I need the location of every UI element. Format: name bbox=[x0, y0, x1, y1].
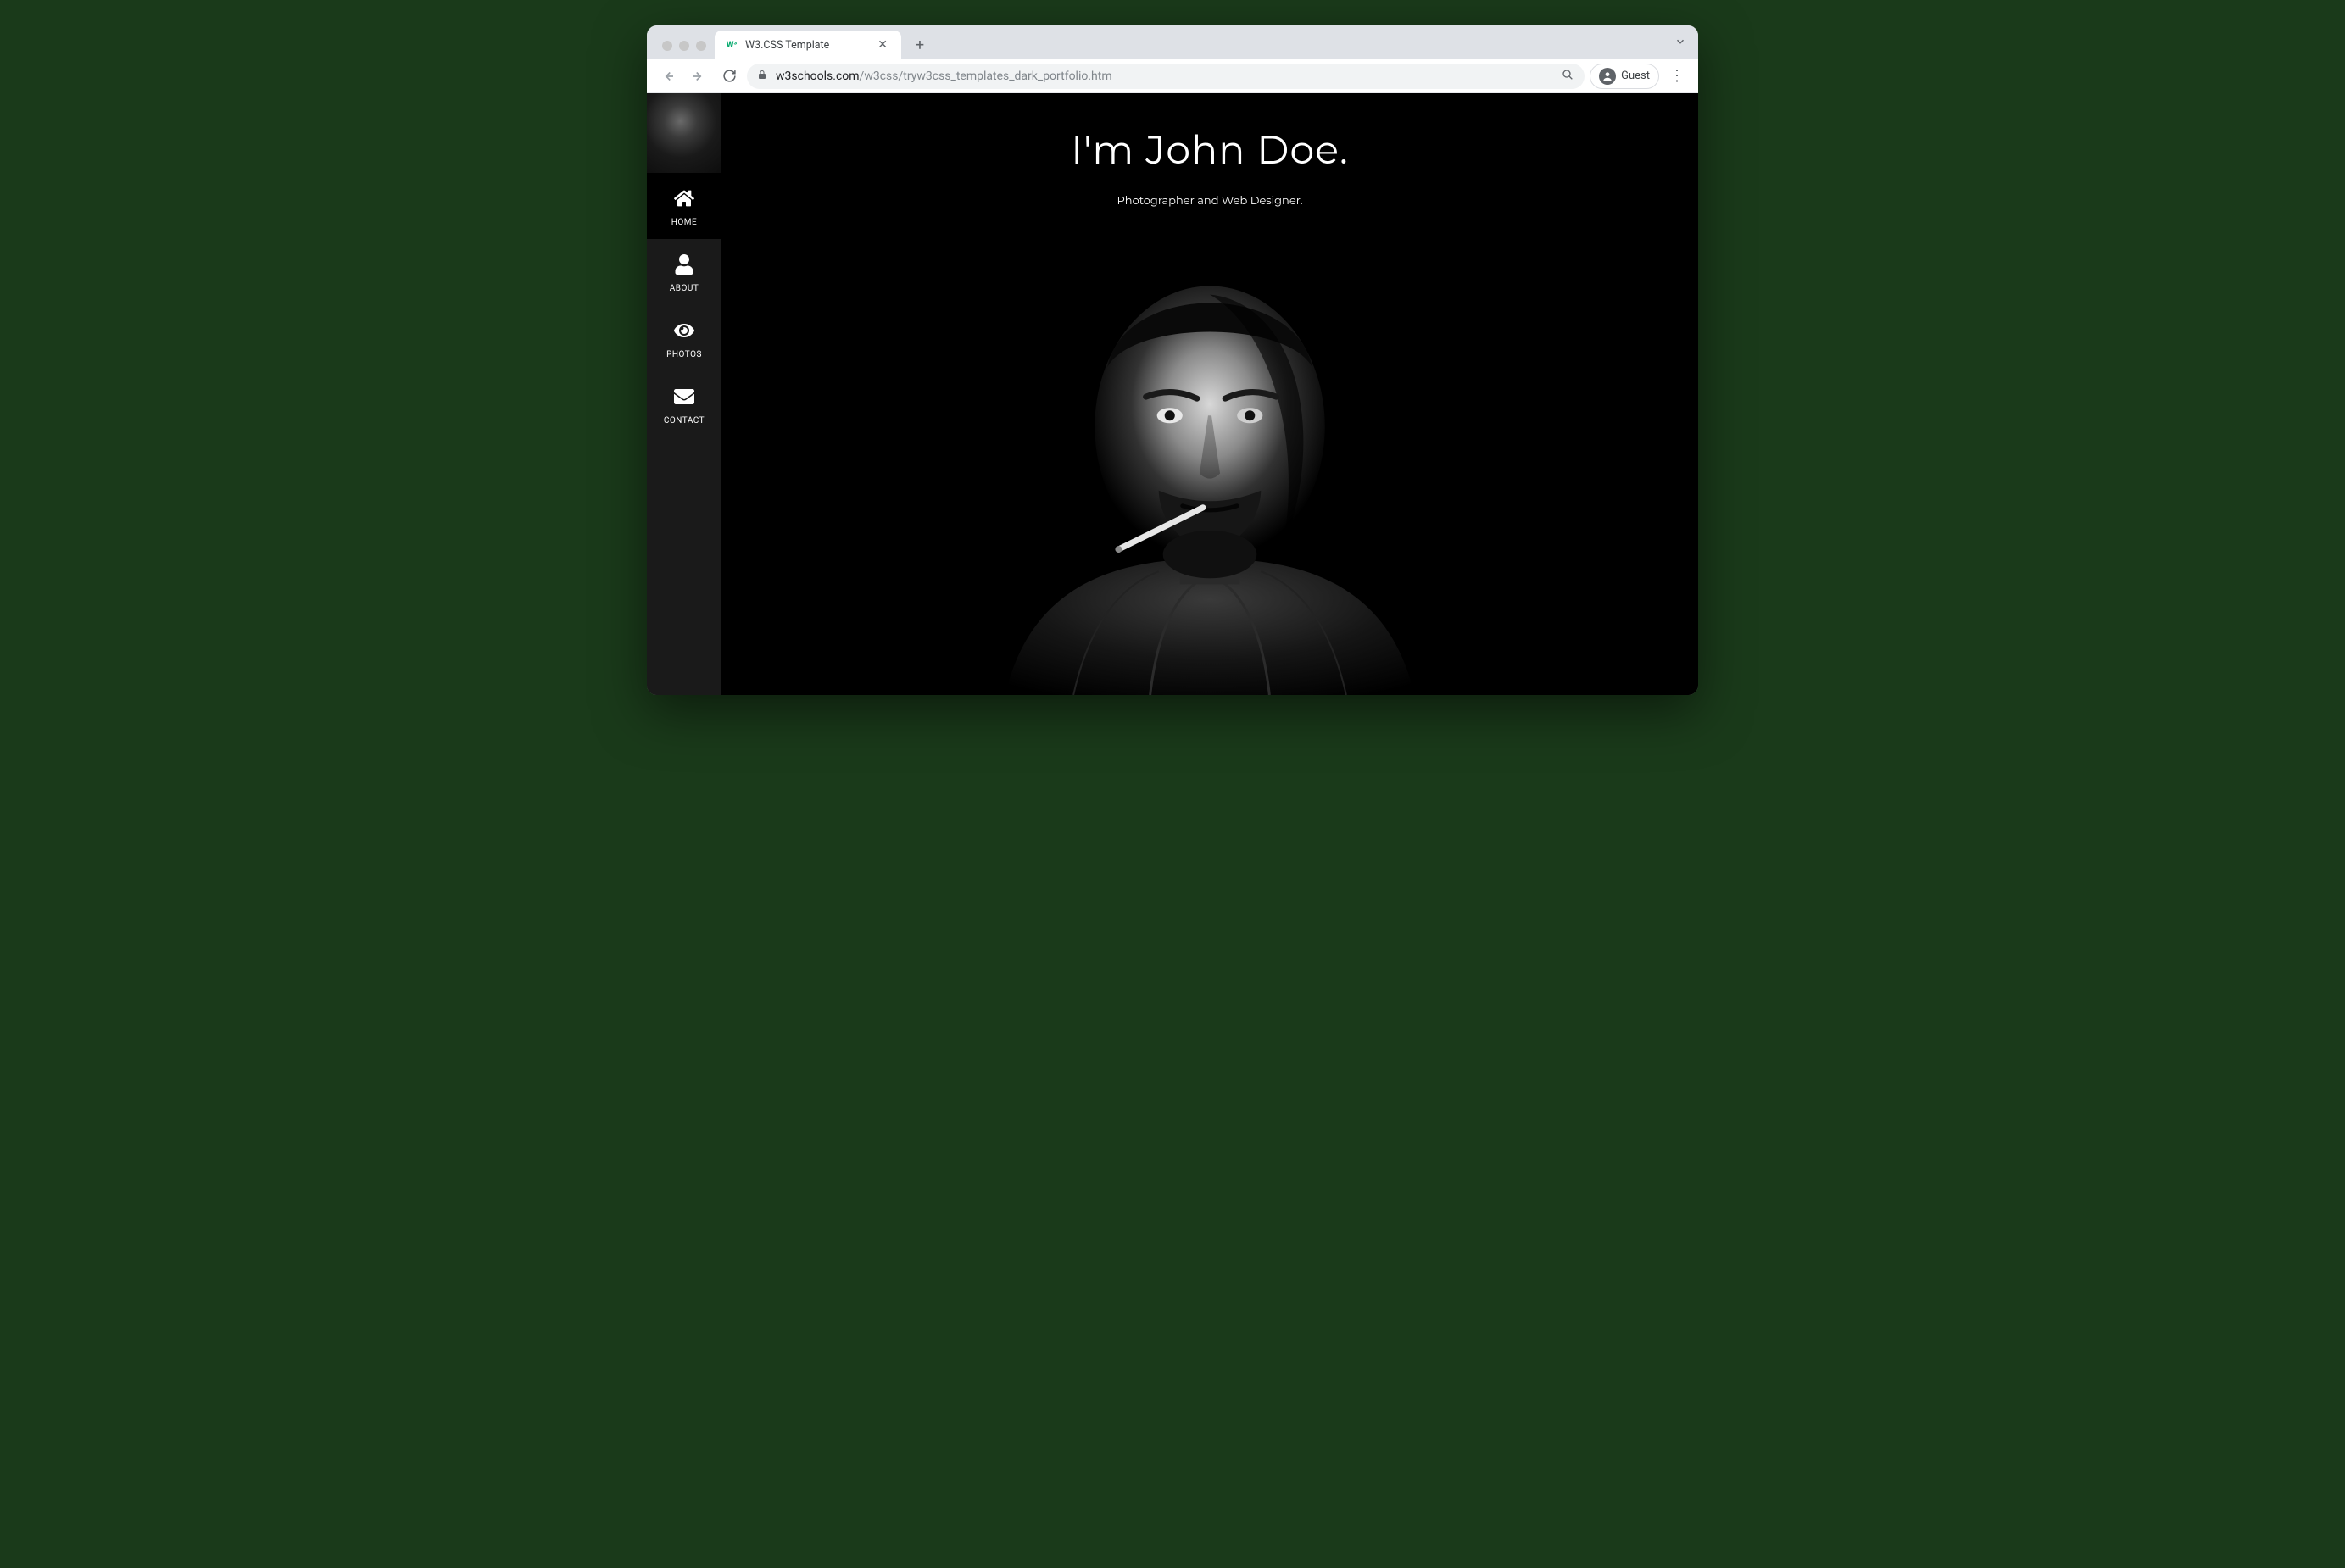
minimize-window-button[interactable] bbox=[679, 41, 689, 51]
browser-toolbar: w3schools.com/w3css/tryw3css_templates_d… bbox=[647, 59, 1698, 93]
envelope-icon bbox=[674, 386, 694, 409]
sidebar-nav: HOME ABOUT PHOTOS CONTACT bbox=[647, 93, 721, 695]
sidebar-item-label: PHOTOS bbox=[666, 350, 702, 359]
sidebar-item-home[interactable]: HOME bbox=[647, 173, 721, 239]
close-tab-button[interactable]: ✕ bbox=[874, 36, 891, 53]
lock-icon bbox=[757, 70, 767, 82]
sidebar-item-label: CONTACT bbox=[664, 416, 705, 425]
profile-avatar-icon bbox=[1599, 68, 1616, 85]
tab-strip: W³ W3.CSS Template ✕ + bbox=[647, 25, 1698, 59]
sidebar-item-about[interactable]: ABOUT bbox=[647, 239, 721, 305]
forward-button[interactable] bbox=[686, 64, 711, 89]
browser-tab[interactable]: W³ W3.CSS Template ✕ bbox=[715, 31, 901, 59]
home-icon bbox=[674, 188, 694, 211]
hero-title: I'm John Doe. bbox=[1071, 125, 1349, 174]
browser-menu-button[interactable]: ⋮ bbox=[1664, 64, 1690, 89]
reload-button[interactable] bbox=[716, 64, 742, 89]
hero-portrait-image bbox=[905, 218, 1515, 695]
new-tab-button[interactable]: + bbox=[908, 33, 932, 57]
address-bar[interactable]: w3schools.com/w3css/tryw3css_templates_d… bbox=[747, 64, 1585, 89]
user-icon bbox=[674, 254, 694, 277]
tab-title: W3.CSS Template bbox=[745, 39, 867, 52]
page-viewport: HOME ABOUT PHOTOS CONTACT bbox=[647, 93, 1698, 695]
sidebar-item-label: HOME bbox=[671, 218, 697, 227]
sidebar-item-label: ABOUT bbox=[670, 284, 699, 293]
tab-favicon: W³ bbox=[725, 38, 738, 52]
browser-window: W³ W3.CSS Template ✕ + w3schools.com/w3c… bbox=[647, 25, 1698, 695]
back-button[interactable] bbox=[655, 64, 681, 89]
sidebar-avatar-image[interactable] bbox=[647, 93, 721, 173]
close-window-button[interactable] bbox=[662, 41, 672, 51]
profile-button[interactable]: Guest bbox=[1590, 64, 1659, 89]
url-text: w3schools.com/w3css/tryw3css_templates_d… bbox=[776, 70, 1112, 83]
sidebar-item-contact[interactable]: CONTACT bbox=[647, 371, 721, 437]
page-main: I'm John Doe. Photographer and Web Desig… bbox=[721, 93, 1698, 695]
sidebar-item-photos[interactable]: PHOTOS bbox=[647, 305, 721, 371]
search-in-page-icon[interactable] bbox=[1561, 68, 1574, 85]
profile-label: Guest bbox=[1621, 70, 1650, 82]
window-controls bbox=[657, 41, 715, 59]
hero-subtitle: Photographer and Web Designer. bbox=[1117, 194, 1302, 208]
maximize-window-button[interactable] bbox=[696, 41, 706, 51]
tab-overflow-button[interactable] bbox=[1674, 35, 1686, 51]
eye-icon bbox=[674, 320, 694, 343]
